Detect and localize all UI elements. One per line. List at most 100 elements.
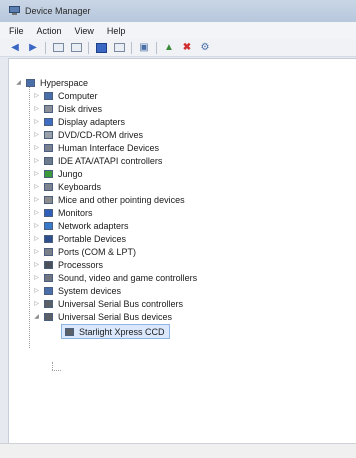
mouse-icon — [43, 195, 54, 205]
expand-arrow-icon[interactable]: ▷ — [33, 92, 40, 99]
collapse-arrow-icon[interactable]: ◢ — [33, 313, 40, 320]
tree-item-sound-video-game[interactable]: ▷ Sound, video and game controllers — [33, 271, 197, 284]
tree-item-system-devices[interactable]: ▷ System devices — [33, 284, 121, 297]
sound-icon — [43, 273, 54, 283]
tree-item-label: Network adapters — [58, 220, 129, 231]
tree-root-label: Hyperspace — [40, 77, 89, 88]
tree-item-monitors[interactable]: ▷ Monitors — [33, 206, 93, 219]
tree-connector — [29, 82, 30, 348]
menu-help[interactable]: Help — [107, 26, 126, 36]
expand-arrow-icon[interactable]: ▷ — [33, 222, 40, 229]
tree-item-computer[interactable]: ▷ Computer — [33, 89, 98, 102]
tree-item-label: Sound, video and game controllers — [58, 272, 198, 283]
tree-item-portable-devices[interactable]: ▷ Portable Devices — [33, 232, 126, 245]
help-icon[interactable] — [94, 42, 108, 54]
toolbar-separator — [88, 41, 89, 54]
computer-icon — [43, 91, 54, 101]
tree-item-label: Universal Serial Bus controllers — [58, 298, 184, 309]
properties-icon[interactable] — [69, 42, 83, 54]
expand-arrow-icon[interactable]: ▷ — [33, 287, 40, 294]
show-hide-console-tree-icon[interactable] — [51, 42, 65, 54]
expand-arrow-icon[interactable]: ▷ — [33, 196, 40, 203]
processor-icon — [43, 260, 54, 270]
tree-item-network-adapters[interactable]: ▷ Network adapters — [33, 219, 129, 232]
network-adapter-icon — [43, 221, 54, 231]
jungo-icon — [43, 169, 54, 179]
menu-file[interactable]: File — [9, 26, 24, 36]
tree-item-ide-controllers[interactable]: ▷ IDE ATA/ATAPI controllers — [33, 154, 162, 167]
tree-item-ports[interactable]: ▷ Ports (COM & LPT) — [33, 245, 136, 258]
expand-arrow-icon[interactable]: ▷ — [33, 274, 40, 281]
tree-item-label: IDE ATA/ATAPI controllers — [58, 155, 163, 166]
window-title: Device Manager — [25, 6, 91, 16]
tree-item-display-adapters[interactable]: ▷ Display adapters — [33, 115, 125, 128]
tree-item-label: Keyboards — [58, 181, 102, 192]
tree-item-processors[interactable]: ▷ Processors — [33, 258, 103, 271]
hid-icon — [43, 143, 54, 153]
tree-item-label: Computer — [58, 90, 98, 101]
tree-item-mice[interactable]: ▷ Mice and other pointing devices — [33, 193, 185, 206]
expand-arrow-icon[interactable]: ▷ — [33, 118, 40, 125]
menu-view[interactable]: View — [75, 26, 94, 36]
toolbar: ◀ ▶ ▣ ▲ ✖ ⚙ — [0, 39, 356, 57]
tree-item-jungo[interactable]: ▷ Jungo — [33, 167, 83, 180]
tree-item-label: Display adapters — [58, 116, 126, 127]
tree-item-label: Mice and other pointing devices — [58, 194, 185, 205]
tree-root[interactable]: ◢ Hyperspace — [15, 76, 88, 89]
expand-arrow-icon[interactable]: ▷ — [33, 248, 40, 255]
tree-item-starlight-xpress-ccd[interactable]: Starlight Xpress CCD — [61, 324, 170, 339]
tree-item-usb-controllers[interactable]: ▷ Universal Serial Bus controllers — [33, 297, 183, 310]
expand-arrow-icon[interactable]: ▷ — [33, 157, 40, 164]
display-adapter-icon — [43, 117, 54, 127]
menu-action[interactable]: Action — [37, 26, 62, 36]
tree-item-label: Portable Devices — [58, 233, 127, 244]
expand-arrow-icon[interactable]: ▷ — [33, 105, 40, 112]
disk-drive-icon — [43, 104, 54, 114]
device-tree: ◢ Hyperspace ▷ Computer ▷ Disk drives ▷ … — [8, 58, 356, 444]
expand-arrow-icon[interactable]: ▷ — [33, 300, 40, 307]
monitor-icon — [43, 208, 54, 218]
status-bar — [0, 443, 356, 458]
portable-device-icon — [43, 234, 54, 244]
tree-item-label: System devices — [58, 285, 122, 296]
tree-item-dvd-cd-rom-drives[interactable]: ▷ DVD/CD-ROM drives — [33, 128, 143, 141]
toolbar-separator — [45, 41, 46, 54]
tree-connector — [52, 370, 61, 371]
scan-hardware-icon[interactable]: ▣ — [137, 42, 151, 54]
disable-device-icon[interactable]: ⚙ — [198, 42, 212, 54]
tree-item-label: Processors — [58, 259, 104, 270]
usb-icon — [43, 299, 54, 309]
ide-controller-icon — [43, 156, 54, 166]
tree-item-label: Ports (COM & LPT) — [58, 246, 137, 257]
tree-item-human-interface-devices[interactable]: ▷ Human Interface Devices — [33, 141, 159, 154]
tree-item-usb-devices[interactable]: ◢ Universal Serial Bus devices — [33, 310, 172, 323]
uninstall-icon[interactable]: ✖ — [180, 42, 194, 54]
expand-arrow-icon[interactable]: ▷ — [33, 235, 40, 242]
expand-arrow-icon[interactable]: ▷ — [33, 209, 40, 216]
tree-item-disk-drives[interactable]: ▷ Disk drives — [33, 102, 102, 115]
title-bar: Device Manager — [0, 0, 356, 22]
back-arrow-icon[interactable]: ◀ — [8, 42, 22, 54]
tree-connector — [52, 362, 53, 370]
view-icon[interactable] — [112, 42, 126, 54]
dvd-drive-icon — [43, 130, 54, 140]
expand-arrow-icon[interactable]: ▷ — [33, 131, 40, 138]
expand-arrow-icon[interactable]: ▷ — [33, 170, 40, 177]
usb-icon — [43, 312, 54, 322]
tree-item-label: Monitors — [58, 207, 93, 218]
expand-arrow-icon[interactable]: ▷ — [33, 144, 40, 151]
update-driver-icon[interactable]: ▲ — [162, 42, 176, 54]
expand-arrow-icon[interactable]: ▷ — [33, 261, 40, 268]
toolbar-separator — [156, 41, 157, 54]
forward-arrow-icon[interactable]: ▶ — [26, 42, 40, 54]
expand-arrow-icon[interactable]: ▷ — [33, 183, 40, 190]
device-manager-icon — [9, 6, 21, 16]
keyboard-icon — [43, 182, 54, 192]
collapse-arrow-icon[interactable]: ◢ — [15, 79, 22, 86]
tree-item-label: Disk drives — [58, 103, 103, 114]
computer-icon — [25, 78, 36, 88]
port-icon — [43, 247, 54, 257]
tree-item-label: Starlight Xpress CCD — [79, 326, 165, 337]
tree-item-label: Jungo — [58, 168, 83, 179]
tree-item-keyboards[interactable]: ▷ Keyboards — [33, 180, 101, 193]
